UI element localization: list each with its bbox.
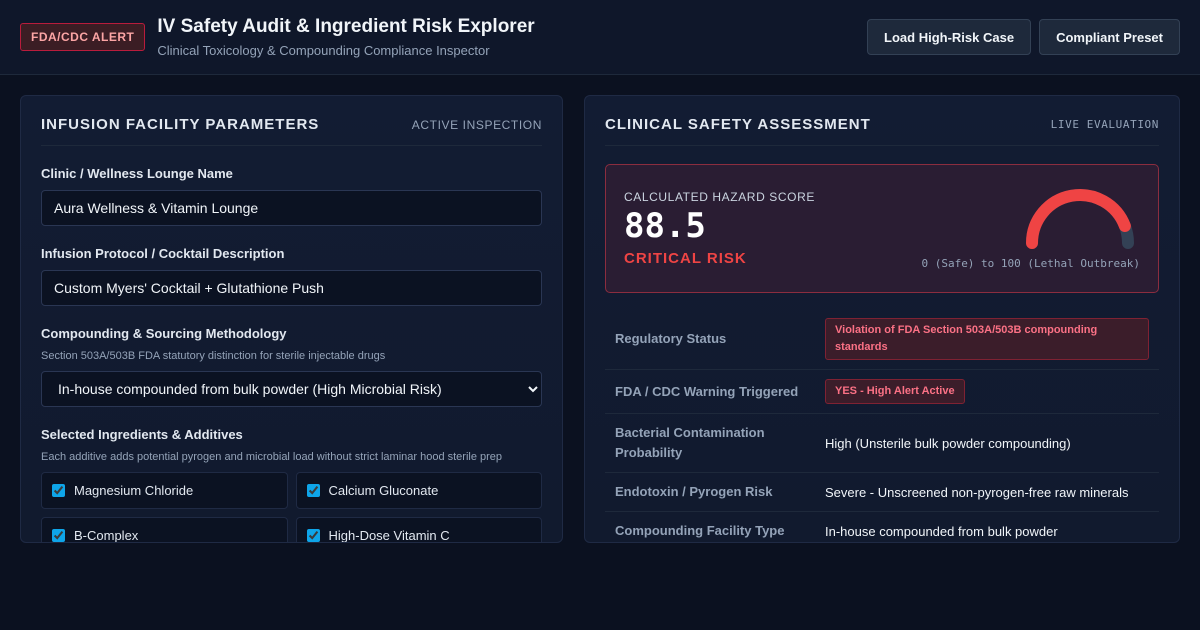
- app-title: IV Safety Audit & Ingredient Risk Explor…: [157, 16, 535, 37]
- ingredient-label: B-Complex: [74, 528, 139, 543]
- alert-badge: FDA/CDC ALERT: [20, 23, 146, 51]
- score-text-block: CALCULATED HAZARD SCORE 88.5 CRITICAL RI…: [624, 190, 815, 267]
- live-evaluation-tag: LIVE EVALUATION: [1050, 118, 1159, 131]
- ingredients-field-group: Selected Ingredients & Additives Each ad…: [41, 427, 542, 543]
- ingredients-checklist: Magnesium Chloride Calcium Gluconate B-C…: [41, 472, 542, 543]
- table-row: Regulatory Status Violation of FDA Secti…: [605, 309, 1159, 370]
- methodology-field-group: Compounding & Sourcing Methodology Secti…: [41, 326, 542, 407]
- hazard-score-label: CALCULATED HAZARD SCORE: [624, 190, 815, 204]
- row-value: High (Unsterile bulk powder compounding): [815, 413, 1159, 473]
- facility-panel-title: INFUSION FACILITY PARAMETERS: [41, 116, 320, 133]
- methodology-help: Section 503A/503B FDA statutory distinct…: [41, 350, 386, 362]
- protocol-input[interactable]: [41, 270, 542, 306]
- facility-parameters-panel: INFUSION FACILITY PARAMETERS ACTIVE INSP…: [20, 95, 563, 543]
- row-key: Bacterial Contamination Probability: [605, 413, 815, 473]
- protocol-field-group: Infusion Protocol / Cocktail Description: [41, 246, 542, 306]
- row-value: In-house compounded from bulk powder: [815, 511, 1159, 542]
- ingredient-label: Magnesium Chloride: [74, 483, 194, 498]
- load-high-risk-case-button[interactable]: Load High-Risk Case: [867, 19, 1032, 55]
- hazard-gauge: 0 (Safe) to 100 (Lethal Outbreak): [921, 187, 1140, 270]
- ingredient-option-high-dose-vitamin-c[interactable]: High-Dose Vitamin C: [295, 517, 542, 543]
- compliant-preset-button[interactable]: Compliant Preset: [1039, 19, 1180, 55]
- gauge-svg: [1026, 189, 1134, 249]
- safety-assessment-panel: CLINICAL SAFETY ASSESSMENT LIVE EVALUATI…: [584, 95, 1180, 543]
- ingredient-label: High-Dose Vitamin C: [328, 528, 450, 543]
- row-key: Endotoxin / Pyrogen Risk: [605, 472, 815, 512]
- table-row: FDA / CDC Warning Triggered YES - High A…: [605, 369, 1159, 414]
- ingredients-label: Selected Ingredients & Additives: [41, 427, 243, 442]
- ingredients-help: Each additive adds potential pyrogen and…: [41, 451, 503, 463]
- regulatory-status-badge: Violation of FDA Section 503A/503B compo…: [825, 318, 1149, 360]
- assessment-panel-title: CLINICAL SAFETY ASSESSMENT: [605, 116, 871, 133]
- facility-panel-header: INFUSION FACILITY PARAMETERS ACTIVE INSP…: [41, 116, 542, 146]
- ingredient-option-calcium-gluconate[interactable]: Calcium Gluconate: [295, 472, 542, 509]
- row-key: FDA / CDC Warning Triggered: [605, 369, 815, 414]
- clinic-name-input[interactable]: [41, 190, 542, 226]
- hazard-score-card: CALCULATED HAZARD SCORE 88.5 CRITICAL RI…: [605, 164, 1159, 293]
- ingredient-checkbox[interactable]: [306, 529, 320, 542]
- methodology-label: Compounding & Sourcing Methodology: [41, 326, 287, 341]
- ingredient-checkbox[interactable]: [306, 484, 320, 497]
- risk-level-label: CRITICAL RISK: [624, 250, 747, 267]
- clinic-name-label: Clinic / Wellness Lounge Name: [41, 166, 233, 181]
- app-subtitle: Clinical Toxicology & Compounding Compli…: [157, 43, 490, 58]
- table-row: Endotoxin / Pyrogen Risk Severe - Unscre…: [605, 472, 1159, 512]
- title-block: IV Safety Audit & Ingredient Risk Explor…: [157, 16, 534, 58]
- row-value: Violation of FDA Section 503A/503B compo…: [815, 309, 1159, 370]
- table-row: Compounding Facility Type In-house compo…: [605, 511, 1159, 542]
- assessment-table: Regulatory Status Violation of FDA Secti…: [605, 309, 1159, 542]
- app-header: FDA/CDC ALERT IV Safety Audit & Ingredie…: [0, 0, 1200, 75]
- gauge-fill: [1026, 189, 1131, 249]
- assessment-panel-header: CLINICAL SAFETY ASSESSMENT LIVE EVALUATI…: [605, 116, 1159, 146]
- table-row: Bacterial Contamination Probability High…: [605, 413, 1159, 473]
- ingredient-checkbox[interactable]: [52, 529, 65, 542]
- active-inspection-tag: ACTIVE INSPECTION: [411, 117, 542, 132]
- methodology-select[interactable]: In-house compounded from bulk powder (Hi…: [41, 371, 542, 407]
- row-value: Severe - Unscreened non-pyrogen-free raw…: [815, 472, 1159, 512]
- warning-triggered-badge: YES - High Alert Active: [825, 379, 965, 404]
- ingredient-label: Calcium Gluconate: [328, 483, 439, 498]
- ingredient-checkbox[interactable]: [52, 484, 65, 497]
- ingredient-option-magnesium-chloride[interactable]: Magnesium Chloride: [41, 472, 288, 509]
- row-key: Regulatory Status: [605, 309, 815, 370]
- main-content: INFUSION FACILITY PARAMETERS ACTIVE INSP…: [20, 95, 1180, 543]
- hazard-score-value: 88.5: [624, 206, 706, 246]
- gauge-scale-caption: 0 (Safe) to 100 (Lethal Outbreak): [921, 257, 1140, 270]
- row-value: YES - High Alert Active: [815, 369, 1159, 414]
- row-key: Compounding Facility Type: [605, 511, 815, 542]
- protocol-label: Infusion Protocol / Cocktail Description: [41, 246, 285, 261]
- ingredient-option-b-complex[interactable]: B-Complex: [41, 517, 288, 543]
- header-actions: Load High-Risk Case Compliant Preset: [867, 19, 1180, 55]
- clinic-name-field-group: Clinic / Wellness Lounge Name: [41, 166, 542, 226]
